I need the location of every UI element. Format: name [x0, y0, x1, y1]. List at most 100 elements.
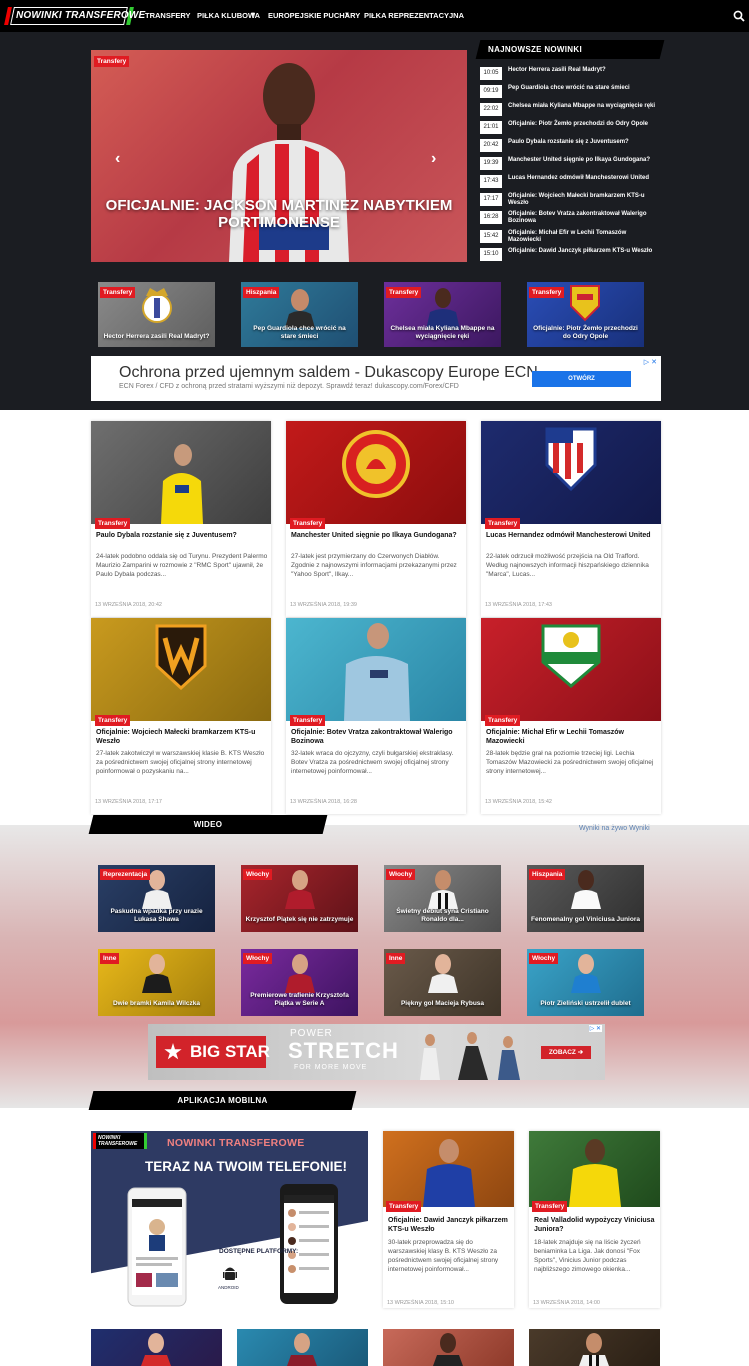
article-card[interactable]: Transfery Oficjalnie: Michał Efir w Lech…	[481, 618, 661, 814]
video-thumb[interactable]: Włochy Premierowe trafienie Krzysztofa P…	[241, 949, 358, 1016]
article-image[interactable]	[91, 618, 271, 721]
article-card[interactable]: Transfery Paulo Dybala rozstanie się z J…	[91, 421, 271, 617]
android-icon[interactable]	[223, 1263, 237, 1283]
video-tag[interactable]: Inne	[386, 953, 406, 964]
video-tag[interactable]: Hiszpania	[529, 869, 566, 880]
thumb-caption[interactable]: Hector Herrera zasili Real Madryt?	[102, 333, 211, 341]
article-image[interactable]	[529, 1131, 660, 1207]
video-caption[interactable]: Dwie bramki Kamila Wilczka	[101, 1000, 212, 1008]
video-tag[interactable]: Włochy	[386, 869, 416, 880]
article-title[interactable]: Oficjalnie: Wojciech Małecki bramkarzem …	[96, 728, 268, 746]
article-card-partial[interactable]	[91, 1329, 222, 1366]
latest-item[interactable]: 10:05 Hector Herrera zasili Real Madryt?	[480, 66, 660, 83]
video-thumb[interactable]: Włochy Krzysztof Piątek się nie zatrzymu…	[241, 865, 358, 932]
article-tag[interactable]: Transfery	[485, 715, 521, 726]
video-caption[interactable]: Fenomenalny gol Viniciusa Juniora	[530, 916, 641, 924]
article-image[interactable]	[383, 1131, 514, 1207]
video-thumb[interactable]: Hiszpania Fenomenalny gol Viniciusa Juni…	[527, 865, 644, 932]
article-image[interactable]	[286, 421, 466, 524]
video-caption[interactable]: Świetny debiut syna Cristiano Ronaldo dl…	[387, 908, 498, 924]
article-image[interactable]	[481, 618, 661, 721]
article-card[interactable]: Transfery Oficjalnie: Wojciech Małecki b…	[91, 618, 271, 814]
article-title[interactable]: Lucas Hernandez odmówił Manchesterowi Un…	[486, 531, 658, 540]
article-title[interactable]: Oficjalnie: Michał Efir w Lechii Tomaszó…	[486, 728, 658, 746]
thumb-tag[interactable]: Transfery	[100, 287, 136, 298]
video-tag[interactable]: Reprezentacja	[100, 869, 151, 880]
article-card[interactable]: Transfery Oficjalnie: Dawid Janczyk piłk…	[383, 1131, 514, 1308]
article-tag[interactable]: Transfery	[95, 518, 131, 529]
video-tag[interactable]: Włochy	[243, 869, 273, 880]
article-title[interactable]: Oficjalnie: Dawid Janczyk piłkarzem KTS-…	[388, 1216, 510, 1234]
video-caption[interactable]: Premierowe trafienie Krzysztofa Piątka w…	[244, 992, 355, 1008]
video-caption[interactable]: Krzysztof Piątek się nie zatrzymuje	[244, 916, 355, 924]
latest-item[interactable]: 20:42 Paulo Dybala rozstanie się z Juvent…	[480, 138, 660, 155]
latest-item[interactable]: 19:39 Manchester United sięgnie po Ilkaya…	[480, 156, 660, 173]
latest-item[interactable]: 15:10 Oficjalnie: Dawid Janczyk piłkarzem…	[480, 247, 660, 264]
video-caption[interactable]: Paskudna wpadka przy urazie Lukasa Shawa	[101, 908, 212, 924]
video-thumb[interactable]: Inne Dwie bramki Kamila Wilczka	[98, 949, 215, 1016]
site-logo[interactable]: NOWINKI TRANSFEROWE	[4, 7, 145, 25]
article-title[interactable]: Real Valladolid wypożyczy Viniciusa Juni…	[534, 1216, 656, 1234]
featured-thumb[interactable]: Transfery Chelsea miała Kyliana Mbappe n…	[384, 282, 501, 347]
video-tag[interactable]: Inne	[100, 953, 120, 964]
featured-thumb[interactable]: Transfery Hector Herrera zasili Real Mad…	[98, 282, 215, 347]
slider-next-icon[interactable]: ›	[431, 150, 436, 168]
featured-thumb[interactable]: Hiszpania Pep Guardiola chce wrócić na s…	[241, 282, 358, 347]
latest-item[interactable]: 17:17 Oficjalnie: Wojciech Małecki bramka…	[480, 192, 660, 209]
article-tag[interactable]: Transfery	[95, 715, 131, 726]
latest-item[interactable]: 22:02 Chelsea miała Kyliana Mbappe na wyc…	[480, 102, 660, 119]
slide-title[interactable]: OFICJALNIE: JACKSON MARTINEZ NABYTKIEM P…	[91, 197, 467, 231]
article-card[interactable]: Transfery Oficjalnie: Botev Vratza zakon…	[286, 618, 466, 814]
latest-item[interactable]: 17:43 Lucas Hernandez odmówił Manchestero…	[480, 174, 660, 191]
latest-item[interactable]: 15:42 Oficjalnie: Michał Efir w Lechii To…	[480, 229, 660, 246]
article-card-partial[interactable]	[383, 1329, 514, 1366]
article-tag[interactable]: Transfery	[290, 518, 326, 529]
article-card-partial[interactable]	[529, 1329, 660, 1366]
ad-banner-dukascopy[interactable]: Ochrona przed ujemnym saldem - Dukascopy…	[91, 356, 661, 401]
article-image[interactable]	[91, 421, 271, 524]
ad-banner-bigstar[interactable]: BIG STAR POWER STRETCH FOR MORE MOVE ZOB…	[148, 1024, 605, 1080]
ad-see-button[interactable]: ZOBACZ ➔	[541, 1046, 591, 1059]
nav-item-transfery[interactable]: TRANSFERY	[145, 11, 191, 20]
slider-prev-icon[interactable]: ‹	[115, 150, 120, 168]
video-caption[interactable]: Piękny gol Macieja Rybusa	[387, 1000, 498, 1008]
article-title[interactable]: Manchester United sięgnie po Ilkaya Gund…	[291, 531, 463, 540]
ad-title[interactable]: Ochrona przed ujemnym saldem - Dukascopy…	[119, 364, 538, 382]
article-title[interactable]: Oficjalnie: Botev Vratza zakontraktował …	[291, 728, 463, 746]
live-results-link[interactable]: Wyniki na żywo Wyniki	[579, 825, 650, 832]
video-thumb[interactable]: Włochy Świetny debiut syna Cristiano Ron…	[384, 865, 501, 932]
thumb-tag[interactable]: Transfery	[529, 287, 565, 298]
article-image[interactable]	[481, 421, 661, 524]
article-title[interactable]: Paulo Dybala rozstanie się z Juventusem?	[96, 531, 268, 540]
latest-item[interactable]: 09:19 Pep Guardiola chce wrócić na stare …	[480, 84, 660, 101]
thumb-caption[interactable]: Oficjalnie: Piotr Żemło przechodzi do Od…	[531, 325, 640, 341]
ad-open-button[interactable]: OTWÓRZ	[532, 371, 631, 387]
ad-choices-icon[interactable]: ▷ ✕	[644, 358, 657, 366]
video-tag[interactable]: Włochy	[529, 953, 559, 964]
mobile-app-promo[interactable]: NOWINKI TRANSFEROWE NOWINKI TRANSFEROWE …	[91, 1131, 368, 1308]
ad-choices-icon[interactable]: ▷ ✕	[588, 1025, 602, 1032]
video-thumb[interactable]: Reprezentacja Paskudna wpadka przy urazi…	[98, 865, 215, 932]
video-thumb[interactable]: Włochy Piotr Zieliński ustrzelił dublet	[527, 949, 644, 1016]
search-icon[interactable]	[733, 10, 745, 22]
nav-item-pilka-reprezentacyjna[interactable]: PIŁKA REPREZENTACYJNA	[364, 11, 464, 20]
thumb-caption[interactable]: Pep Guardiola chce wrócić na stare śmiec…	[245, 325, 354, 341]
article-card[interactable]: Transfery Real Valladolid wypożyczy Vini…	[529, 1131, 660, 1308]
article-card[interactable]: Transfery Lucas Hernandez odmówił Manche…	[481, 421, 661, 617]
thumb-tag[interactable]: Hiszpania	[243, 287, 280, 298]
article-card-partial[interactable]	[237, 1329, 368, 1366]
article-tag[interactable]: Transfery	[532, 1201, 568, 1212]
featured-slider[interactable]: Transfery OFICJALNIE: JACKSON MARTINEZ N…	[91, 50, 467, 262]
latest-item[interactable]: 21:01 Oficjalnie: Piotr Żemło przechodzi …	[480, 120, 660, 137]
video-tag[interactable]: Włochy	[243, 953, 273, 964]
article-tag[interactable]: Transfery	[290, 715, 326, 726]
article-tag[interactable]: Transfery	[485, 518, 521, 529]
latest-item[interactable]: 16:28 Oficjalnie: Botev Vratza zakontrakt…	[480, 210, 660, 227]
article-card[interactable]: Transfery Manchester United sięgnie po I…	[286, 421, 466, 617]
article-image[interactable]	[286, 618, 466, 721]
thumb-tag[interactable]: Transfery	[386, 287, 422, 298]
slide-tag[interactable]: Transfery	[94, 56, 130, 67]
thumb-caption[interactable]: Chelsea miała Kyliana Mbappe na wyciągni…	[388, 325, 497, 341]
video-thumb[interactable]: Inne Piękny gol Macieja Rybusa	[384, 949, 501, 1016]
article-tag[interactable]: Transfery	[386, 1201, 422, 1212]
